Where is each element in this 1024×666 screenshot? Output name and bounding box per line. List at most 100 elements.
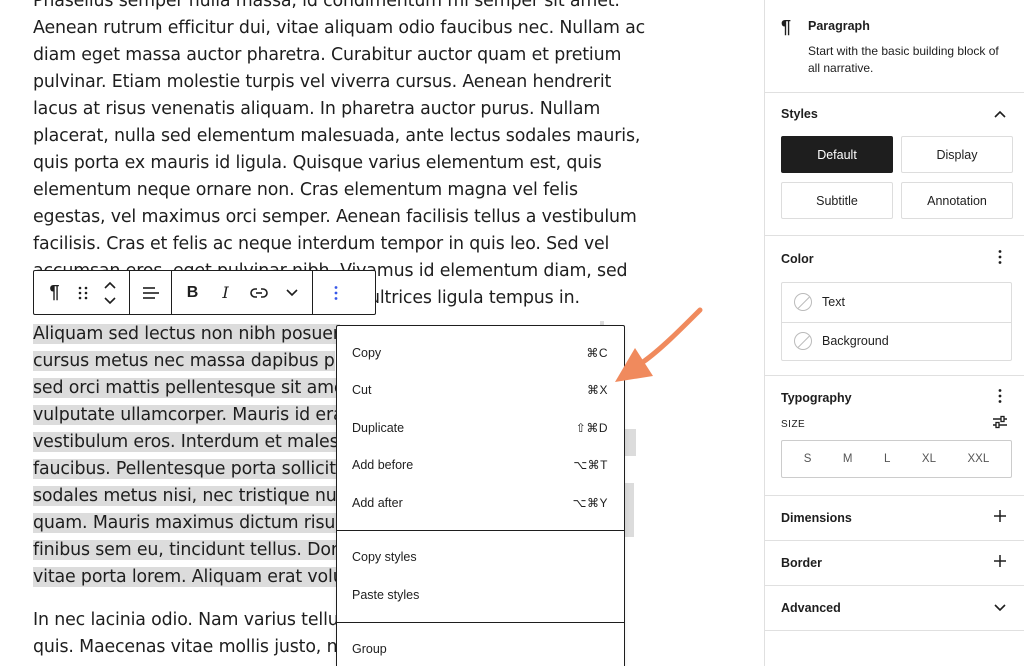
text-line: placerat, nulla sed elementum malesuada,… [33, 126, 641, 146]
menu-item-label: Paste styles [352, 587, 420, 602]
plus-icon[interactable] [992, 509, 1008, 527]
bold-button[interactable]: B [176, 275, 209, 311]
color-panel: Color Text Background [765, 236, 1024, 376]
menu-item-copy-styles[interactable]: Copy styles [337, 539, 624, 577]
menu-item-label: Duplicate [352, 420, 405, 435]
menu-section-styles: Copy styles Paste styles [337, 531, 624, 623]
menu-item-label: Cut [352, 383, 372, 398]
block-toolbar: ¶ B I [33, 270, 376, 315]
typography-panel: Typography SIZE S M L XL XXL [765, 376, 1024, 496]
formatting-group: B I [172, 271, 313, 314]
text-color-option[interactable]: Text [782, 283, 1011, 322]
color-label: Background [822, 334, 889, 349]
text-line: diam eget massa auctor pharetra. Curabit… [33, 45, 622, 65]
style-subtitle-button[interactable]: Subtitle [781, 182, 893, 219]
panel-title: Border [781, 556, 822, 570]
menu-item-duplicate[interactable]: Duplicate ⇧⌘D [337, 409, 624, 447]
border-panel: Border [765, 541, 1024, 586]
dimensions-panel-header[interactable]: Dimensions [765, 496, 1024, 540]
styles-panel-header[interactable]: Styles [765, 93, 1024, 134]
menu-section-edit: Copy ⌘C Cut ⌘X Duplicate ⇧⌘D Add before … [337, 326, 624, 531]
size-option-m[interactable]: M [843, 453, 853, 465]
color-label: Text [822, 295, 845, 310]
text-line: lacus at risus venenatis aliquam. In pha… [33, 99, 601, 119]
dimensions-panel: Dimensions [765, 496, 1024, 541]
empty-swatch-icon [794, 293, 812, 312]
font-size-picker: S M L XL XXL [781, 440, 1012, 478]
text-line: Phasellus semper nulla massa, id condime… [33, 0, 620, 11]
editor-canvas: Phasellus semper nulla massa, id condime… [0, 0, 764, 666]
text-line: pulvinar. Etiam molestie turpis vel vive… [33, 72, 612, 92]
text-line: quis porta ex mauris id ligula. Quisque … [33, 153, 602, 173]
menu-item-label: Copy [352, 345, 382, 360]
alignment-group [130, 271, 172, 314]
shortcut-label: ⌥⌘Y [572, 495, 608, 510]
annotation-arrow-icon [615, 307, 703, 382]
typography-panel-header: Typography [765, 376, 1024, 420]
background-color-option[interactable]: Background [782, 321, 1011, 361]
chevron-up-icon[interactable] [992, 105, 1008, 123]
paragraph-block-1[interactable]: Phasellus semper nulla massa, id condime… [33, 0, 646, 312]
border-panel-header[interactable]: Border [765, 541, 1024, 585]
menu-item-add-after[interactable]: Add after ⌥⌘Y [337, 484, 624, 522]
paragraph-icon[interactable]: ¶ [38, 275, 71, 311]
panel-title: Styles [781, 106, 818, 121]
color-panel-header: Color [765, 236, 1024, 282]
menu-item-paste-styles[interactable]: Paste styles [337, 576, 624, 614]
size-label-row: SIZE [765, 415, 1024, 434]
menu-item-label: Copy styles [352, 550, 417, 565]
advanced-panel-header[interactable]: Advanced [765, 586, 1024, 630]
menu-item-label: Group [352, 642, 387, 657]
panel-title: Advanced [781, 601, 841, 615]
custom-size-icon[interactable] [992, 415, 1008, 434]
color-options: Text Background [781, 282, 1012, 361]
shortcut-label: ⌥⌘T [573, 458, 608, 473]
menu-item-add-before[interactable]: Add before ⌥⌘T [337, 447, 624, 485]
text-line: facilisis. Cras et felis ac neque interd… [33, 234, 610, 254]
menu-item-label: Add before [352, 458, 414, 473]
settings-sidebar: ¶ Paragraph Start with the basic buildin… [764, 0, 1024, 666]
menu-item-group[interactable]: Group [337, 631, 624, 666]
style-annotation-button[interactable]: Annotation [901, 182, 1013, 219]
style-default-button[interactable]: Default [781, 136, 893, 173]
text-line: Aenean rutrum efficitur dui, vitae aliqu… [33, 18, 646, 38]
style-display-button[interactable]: Display [901, 136, 1013, 173]
text-line: elementum neque ornare non. Cras element… [33, 180, 578, 200]
menu-item-copy[interactable]: Copy ⌘C [337, 334, 624, 372]
size-option-xxl[interactable]: XXL [968, 453, 990, 465]
size-option-xl[interactable]: XL [922, 453, 936, 465]
move-up-down-icon[interactable] [95, 275, 125, 311]
advanced-panel: Advanced [765, 586, 1024, 631]
paragraph-icon: ¶ [781, 17, 792, 37]
size-label: SIZE [781, 418, 806, 430]
more-options-icon[interactable] [992, 388, 1008, 409]
more-options-icon[interactable] [319, 275, 352, 311]
more-options-icon[interactable] [992, 249, 1008, 270]
styles-panel: Styles Default Display Subtitle Annotati… [765, 93, 1024, 236]
shortcut-label: ⇧⌘D [575, 420, 608, 435]
block-description: Start with the basic building block of a… [808, 44, 999, 75]
block-switcher-group: ¶ [34, 271, 130, 314]
block-options-menu: Copy ⌘C Cut ⌘X Duplicate ⇧⌘D Add before … [336, 325, 625, 666]
style-variations: Default Display Subtitle Annotation [765, 134, 1024, 235]
size-option-l[interactable]: L [884, 453, 890, 465]
panel-title: Color [781, 252, 814, 266]
menu-section-group: Group [337, 623, 624, 666]
empty-swatch-icon [794, 332, 812, 351]
link-icon[interactable] [242, 275, 275, 311]
italic-button[interactable]: I [209, 275, 242, 311]
size-option-s[interactable]: S [804, 453, 812, 465]
text-line: egestas, vel maximus orci semper. Aenean… [33, 207, 637, 227]
menu-item-cut[interactable]: Cut ⌘X [337, 372, 624, 410]
chevron-down-icon[interactable] [992, 599, 1008, 617]
chevron-down-icon[interactable] [275, 275, 308, 311]
block-card: ¶ Paragraph Start with the basic buildin… [765, 0, 1024, 93]
menu-item-label: Add after [352, 495, 403, 510]
panel-title: Dimensions [781, 511, 852, 525]
block-title: Paragraph [808, 19, 870, 33]
options-group [313, 271, 358, 314]
panel-title: Typography [781, 391, 852, 405]
plus-icon[interactable] [992, 554, 1008, 572]
drag-handle-icon[interactable] [71, 275, 95, 311]
align-left-icon[interactable] [134, 275, 167, 311]
